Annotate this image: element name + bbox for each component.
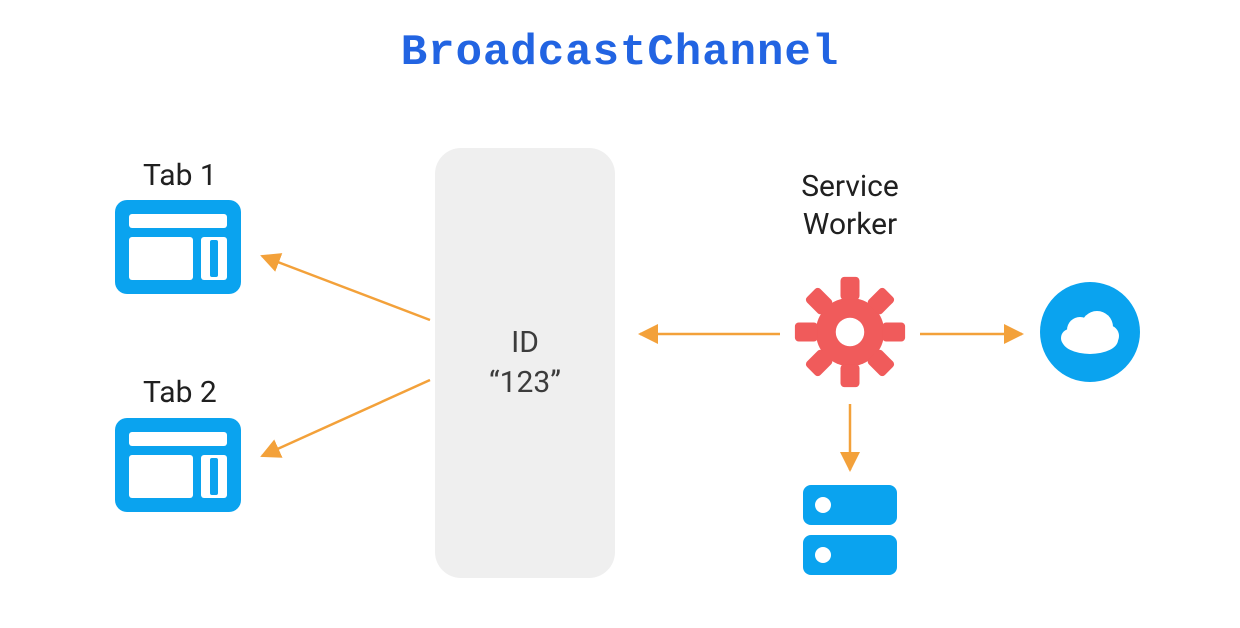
service-worker-label-line1: Service	[801, 169, 899, 204]
diagram-stage: BroadcastChannel ID “123” Tab 1 Tab 2 Se…	[0, 0, 1240, 628]
channel-id-label: ID	[511, 323, 539, 364]
tab1-label: Tab 1	[143, 158, 217, 193]
channel-id-value: “123”	[489, 363, 561, 404]
gear-icon	[793, 275, 907, 389]
browser-window-icon	[115, 200, 241, 294]
storage-icon	[803, 483, 897, 577]
arrow-channel-to-tab1	[262, 256, 430, 320]
broadcast-channel-box: ID “123”	[435, 148, 615, 578]
cloud-icon	[1040, 282, 1140, 382]
service-worker-label: Service Worker	[760, 168, 940, 243]
diagram-title: BroadcastChannel	[0, 28, 1240, 78]
service-worker-label-line2: Worker	[803, 207, 897, 242]
browser-window-icon	[115, 418, 241, 512]
arrow-channel-to-tab2	[262, 380, 430, 456]
tab2-label: Tab 2	[143, 375, 217, 410]
